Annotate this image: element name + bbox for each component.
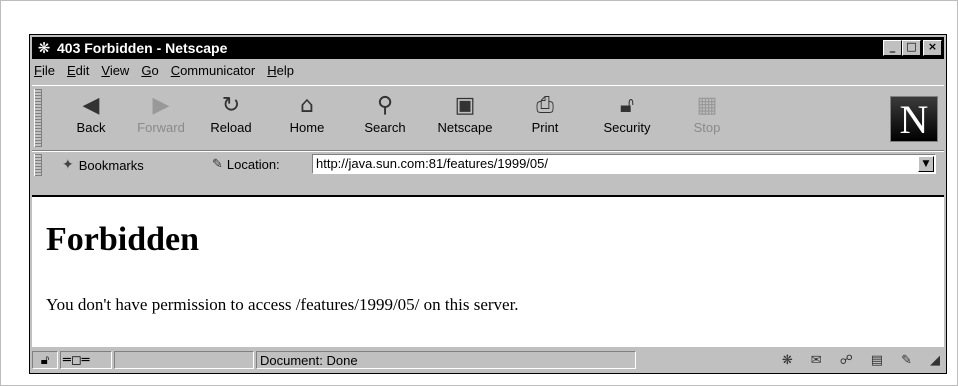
maximize-button[interactable]: □: [902, 40, 921, 56]
window-controls: _ □ ×: [883, 40, 942, 56]
chevron-down-icon: ▼: [922, 159, 930, 169]
menu-edit[interactable]: Edit: [67, 63, 89, 83]
menu-communicator[interactable]: Communicator: [171, 63, 256, 83]
security-status-icon[interactable]: 🔓︎: [32, 351, 58, 369]
menu-go[interactable]: Go: [141, 63, 158, 83]
printer-icon: ⎙: [536, 93, 554, 118]
window-title: 403 Forbidden - Netscape: [57, 40, 228, 56]
navigation-toolbar: ◀ Back ▶ Forward ↻ Reload ⌂ Home ⚲ Searc…: [32, 85, 944, 151]
home-icon: ⌂: [300, 93, 314, 118]
forward-arrow-icon: ▶: [152, 93, 170, 118]
search-flashlight-icon: ⚲: [376, 93, 394, 118]
security-button[interactable]: 🔓︎ Security: [592, 92, 662, 135]
status-text: Document: Done: [256, 351, 636, 369]
back-arrow-icon: ◀: [82, 93, 100, 118]
progress-bar: [114, 351, 254, 369]
discussion-icon[interactable]: ☍: [840, 353, 853, 368]
reload-icon: ↻: [221, 93, 241, 118]
url-text: http://java.sun.com:81/features/1999/05/: [316, 156, 548, 171]
page-proxy-icon[interactable]: ✎: [212, 157, 223, 172]
menu-view[interactable]: View: [101, 63, 129, 83]
browser-window: ❋ 403 Forbidden - Netscape _ □ × File Ed…: [29, 34, 947, 374]
bookmarks-icon: ✦: [62, 157, 74, 173]
padlock-icon: 🔓︎: [619, 93, 635, 118]
stop-icon: ▦: [696, 93, 718, 118]
url-input[interactable]: http://java.sun.com:81/features/1999/05/…: [312, 154, 936, 174]
menu-help[interactable]: Help: [267, 63, 294, 83]
reload-button[interactable]: ↻ Reload: [196, 92, 266, 135]
netscape-logo[interactable]: N: [890, 96, 938, 142]
menu-bar: File Edit View Go Communicator Help: [34, 63, 306, 83]
status-bar: 🔓︎ ═◻═ Document: Done ❋ ✉ ☍ ▤ ✎ ◢: [32, 348, 944, 372]
editor-icon[interactable]: ✎: [901, 353, 912, 368]
location-label: ✎ Location:: [212, 157, 280, 172]
home-button[interactable]: ⌂ Home: [272, 92, 342, 135]
bookmarks-button[interactable]: ✦ Bookmarks: [62, 157, 144, 173]
navigator-icon[interactable]: ❋: [782, 353, 793, 368]
page-content: Forbidden You don't have permission to a…: [32, 195, 944, 347]
print-button[interactable]: ⎙ Print: [510, 92, 580, 135]
close-button[interactable]: ×: [923, 40, 942, 56]
my-netscape-icon: ▣: [454, 93, 476, 118]
toolbar-grip[interactable]: [34, 89, 42, 147]
minimize-button[interactable]: _: [883, 40, 902, 56]
mail-icon[interactable]: ✉: [811, 353, 822, 368]
back-button[interactable]: ◀ Back: [56, 92, 126, 135]
screenshot-frame: ❋ 403 Forbidden - Netscape _ □ × File Ed…: [0, 0, 958, 386]
resize-grip-icon[interactable]: ◢: [930, 353, 940, 368]
plug-icon: ═◻═: [63, 352, 90, 368]
menu-file[interactable]: File: [34, 63, 55, 83]
netscape-snowflake-icon: ❋: [37, 39, 51, 57]
netscape-button[interactable]: ▣ Netscape: [430, 92, 500, 135]
search-button[interactable]: ⚲ Search: [350, 92, 420, 135]
error-message: You don't have permission to access /fea…: [46, 295, 519, 314]
title-bar[interactable]: ❋ 403 Forbidden - Netscape _ □ ×: [32, 37, 944, 59]
page-heading: Forbidden: [46, 221, 200, 258]
url-dropdown-button[interactable]: ▼: [918, 156, 934, 172]
connection-status: ═◻═: [60, 351, 112, 369]
location-grip[interactable]: [34, 154, 42, 176]
component-bar: ❋ ✉ ☍ ▤ ✎ ◢: [782, 353, 940, 368]
stop-button[interactable]: ▦ Stop: [672, 92, 742, 135]
composer-icon[interactable]: ▤: [871, 353, 883, 368]
location-toolbar: ✦ Bookmarks ✎ Location: http://java.sun.…: [32, 151, 944, 178]
forward-button[interactable]: ▶ Forward: [126, 92, 196, 135]
